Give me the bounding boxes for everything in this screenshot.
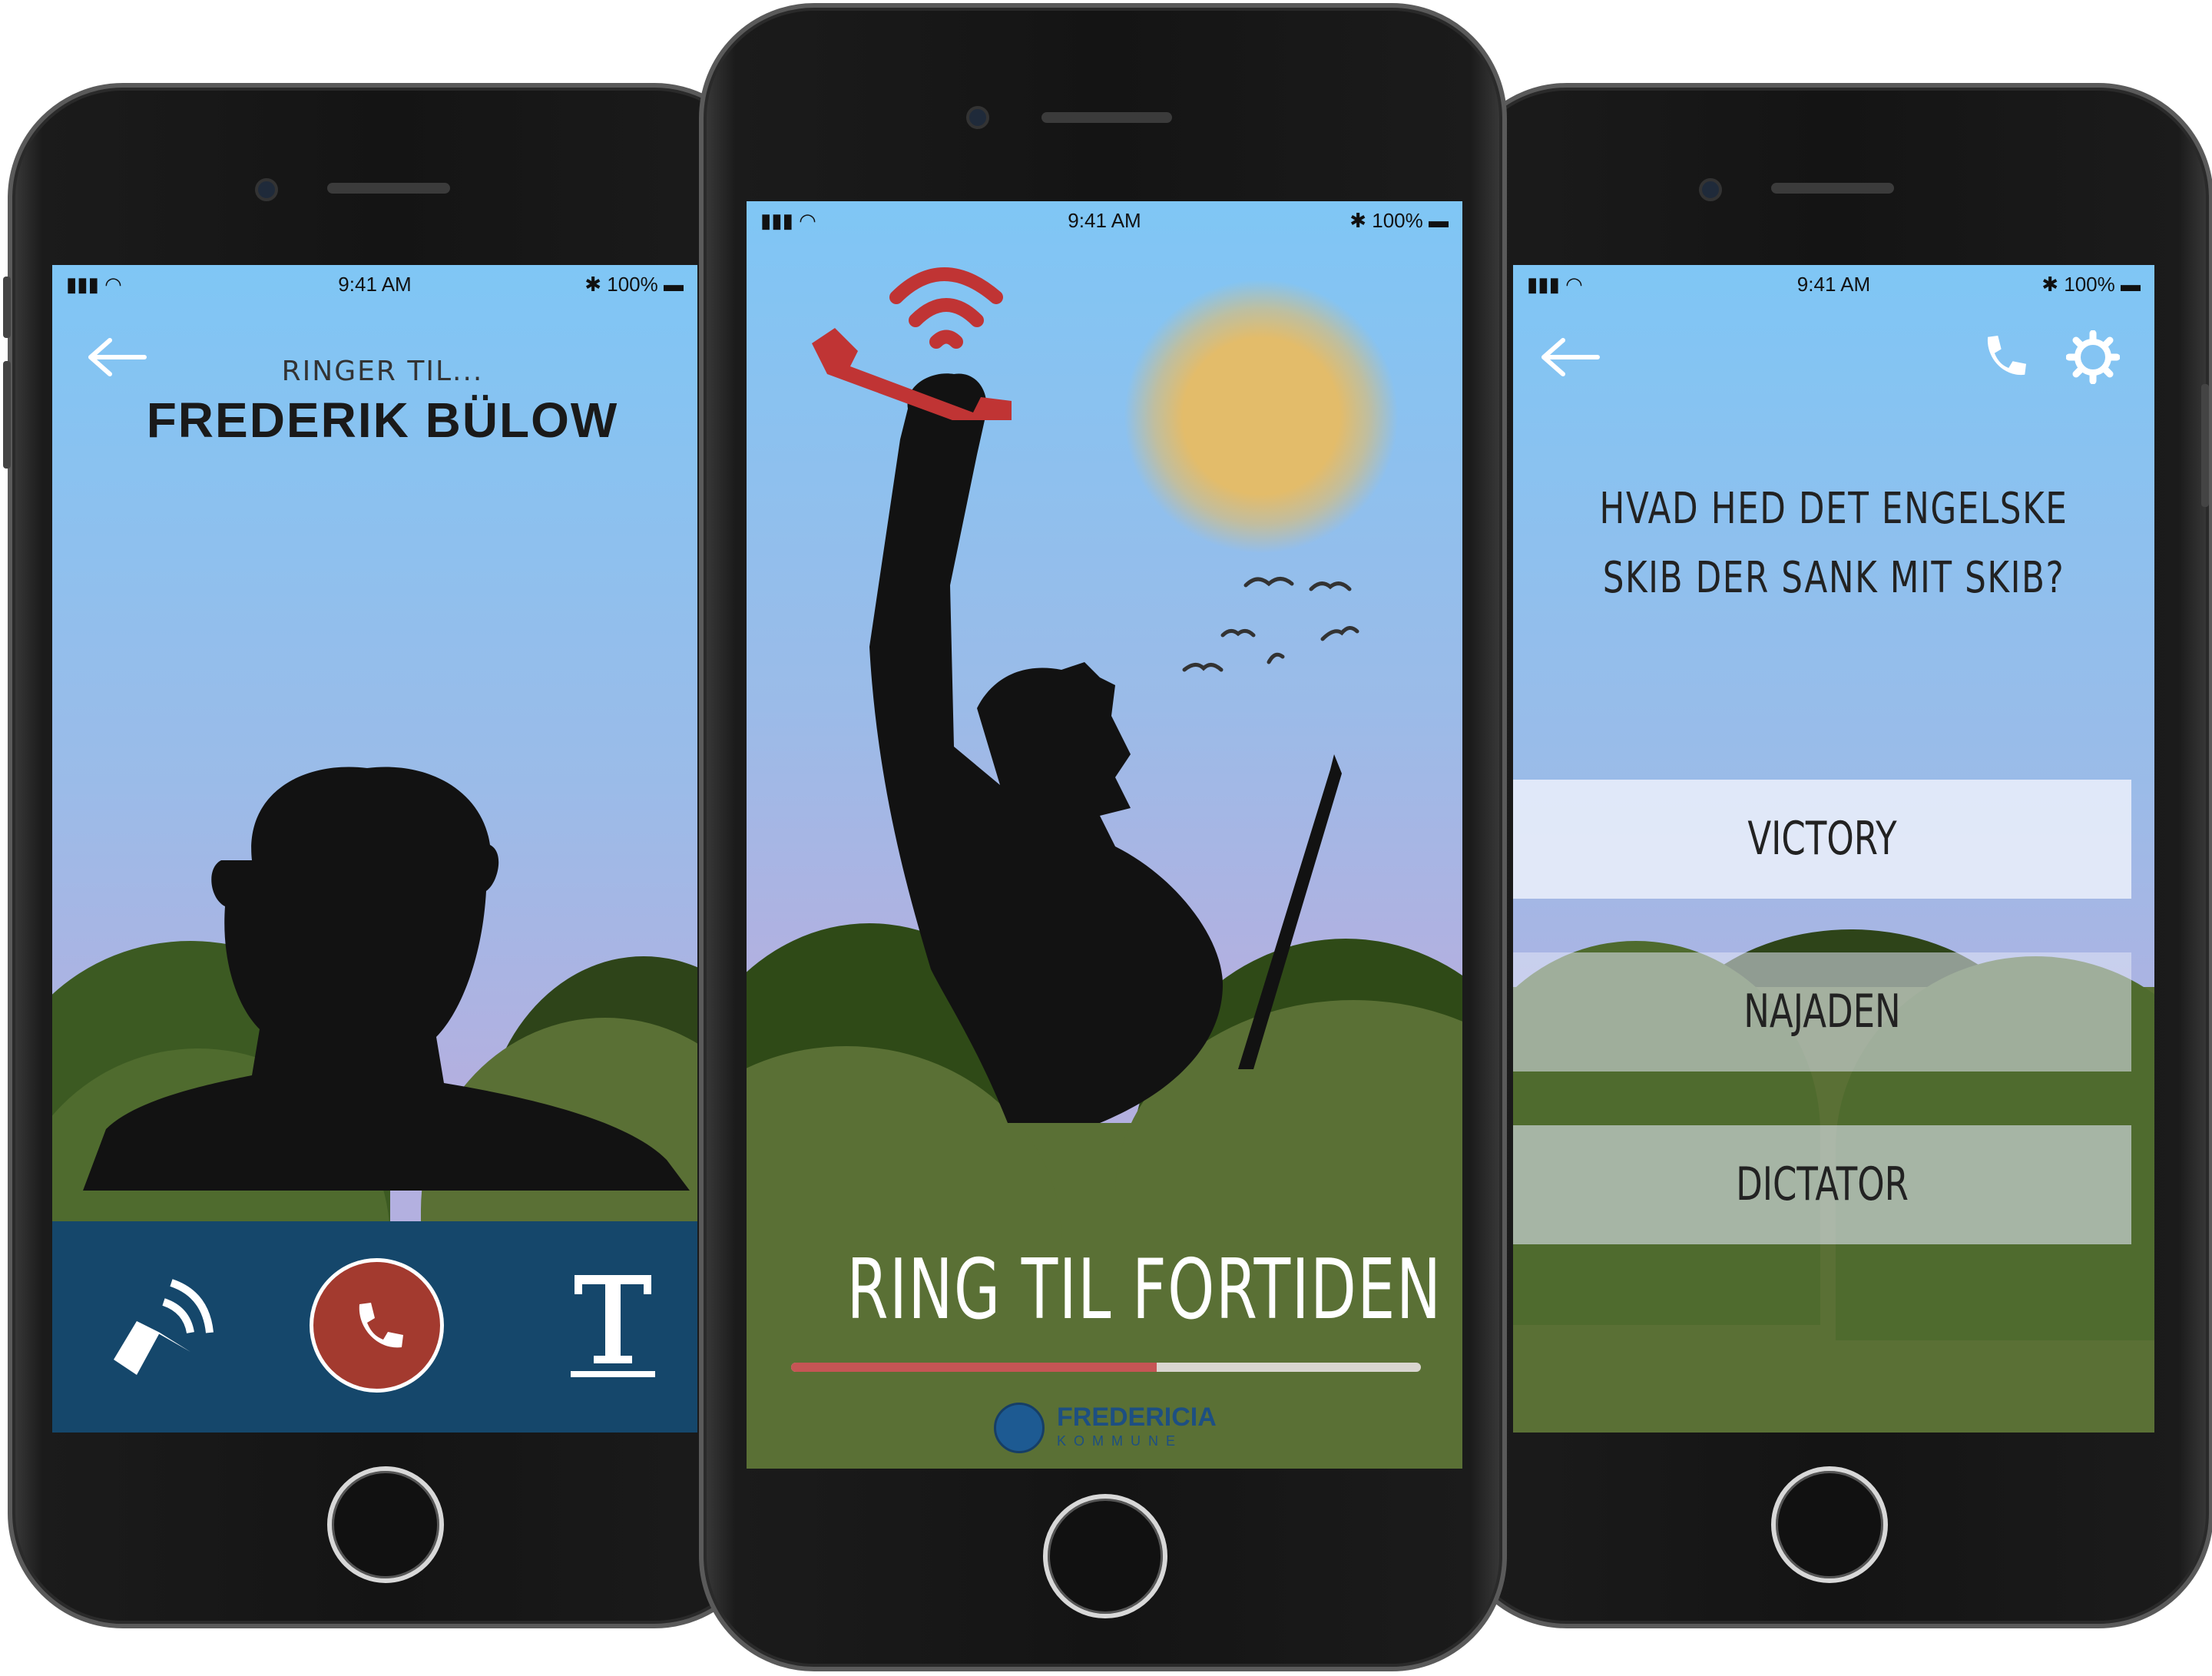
loading-progress-bar — [791, 1363, 1421, 1372]
volume-button — [3, 361, 11, 469]
phone-icon — [359, 1303, 403, 1348]
quiz-question-line2: SKIB DER SANK MIT SKIB? — [1602, 553, 2065, 603]
crest-icon — [994, 1403, 1045, 1453]
front-camera — [255, 178, 278, 201]
earpiece-speaker — [327, 183, 450, 194]
settings-gear-icon[interactable] — [2066, 330, 2120, 384]
battery-percent: 100% — [607, 273, 658, 296]
answer-label: DICTATOR — [1736, 1158, 1909, 1211]
answer-button-3[interactable]: DICTATOR — [1513, 1125, 2131, 1244]
loading-progress-fill — [791, 1363, 1157, 1372]
text-transcript-icon[interactable] — [567, 1267, 659, 1383]
speaker-icon[interactable] — [106, 1267, 221, 1383]
front-camera — [1699, 178, 1722, 201]
front-camera — [966, 106, 989, 129]
end-call-button[interactable] — [310, 1258, 444, 1393]
answer-button-2[interactable]: NAJADEN — [1513, 952, 2131, 1072]
right-screen: ▮▮▮ ◠ 9:41 AM ✱ 100% ▬ HVAD HED DET ENGE… — [1513, 265, 2154, 1433]
status-bar: ▮▮▮ ◠ 9:41 AM ✱ 100% ▬ — [1513, 265, 2154, 303]
app-title: RING TIL FORTIDEN — [846, 1242, 1442, 1338]
volume-button — [3, 277, 11, 338]
ringing-phone-icon — [812, 267, 1012, 420]
status-bar: ▮▮▮ ◠ 9:41 AM ✱ 100% ▬ — [52, 265, 697, 303]
status-bar: ▮▮▮ ◠ 9:41 AM ✱ 100% ▬ — [747, 201, 1462, 240]
answer-label: VICTORY — [1747, 812, 1897, 866]
earpiece-speaker — [1041, 112, 1172, 123]
logo-sub: KOMMUNE — [1057, 1433, 1183, 1449]
battery-indicator: ✱ 100% ▬ — [1349, 209, 1449, 232]
home-button[interactable] — [1043, 1494, 1167, 1618]
power-button — [2201, 384, 2209, 507]
earpiece-speaker — [1771, 183, 1894, 194]
battery-indicator: ✱ 100% ▬ — [584, 273, 684, 296]
caller-name: FREDERIK BÜLOW — [146, 393, 619, 448]
caller-silhouette — [83, 767, 690, 1191]
phone-icon[interactable] — [1978, 330, 2032, 384]
home-button[interactable] — [327, 1466, 444, 1583]
answer-label: NAJADEN — [1743, 985, 1901, 1038]
back-arrow-icon[interactable] — [1536, 334, 1605, 380]
home-button[interactable] — [1771, 1466, 1888, 1583]
battery-percent: 100% — [2064, 273, 2115, 296]
center-screen: ▮▮▮ ◠ 9:41 AM ✱ 100% ▬ RING TIL FORTIDEN — [747, 201, 1462, 1469]
answer-button-1[interactable]: VICTORY — [1513, 780, 2131, 899]
battery-indicator: ✱ 100% ▬ — [2041, 273, 2141, 296]
battery-percent: 100% — [1372, 209, 1423, 232]
soldier-silhouette — [869, 373, 1342, 1124]
left-screen: ▮▮▮ ◠ 9:41 AM ✱ 100% ▬ RINGER TIL... FRE… — [52, 265, 697, 1433]
call-subtitle: RINGER TIL... — [281, 356, 484, 387]
logo-name: FREDERICIA — [1057, 1403, 1217, 1432]
fredericia-logo: FREDERICIA KOMMUNE — [994, 1399, 1224, 1453]
call-controls-bar — [52, 1221, 697, 1433]
quiz-question-line1: HVAD HED DET ENGELSKE — [1599, 484, 2068, 534]
